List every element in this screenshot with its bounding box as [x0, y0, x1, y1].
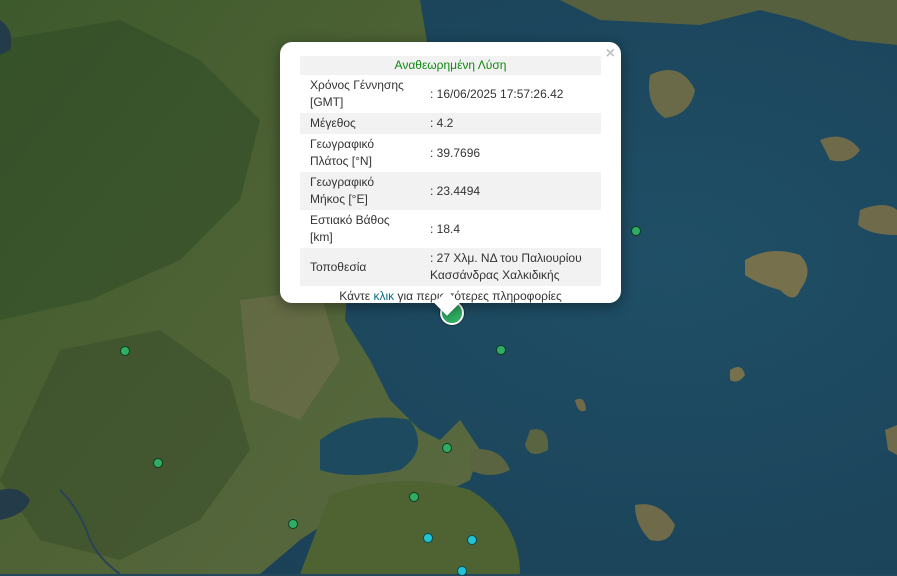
quake-info-table: Χρόνος Γέννησης [GMT] : 16/06/2025 17:57… [300, 75, 601, 286]
row-label: Εστιακό Βάθος [km] [310, 213, 390, 244]
more-info-suffix: για περισσότερες πληροφορίες [394, 289, 562, 303]
row-value: : 16/06/2025 17:57:26.42 [430, 86, 564, 101]
row-value: : 27 Χλμ. ΝΔ του Παλιουρίου Κασσάνδρας Χ… [420, 248, 601, 286]
quake-marker[interactable] [288, 519, 298, 529]
quake-marker[interactable] [153, 458, 163, 468]
row-value: : 39.7696 [430, 145, 481, 160]
quake-marker[interactable] [120, 346, 130, 356]
quake-marker[interactable] [457, 566, 467, 576]
quake-marker[interactable] [409, 492, 419, 502]
quake-marker[interactable] [631, 226, 641, 236]
row-label: Γεωγραφικό Μήκος [°E] [300, 172, 420, 210]
popup-title: Αναθεωρημένη Λύση [300, 56, 601, 75]
row-label: Μέγεθος [300, 113, 420, 134]
row-label: Χρόνος Γέννησης [GMT] [310, 78, 404, 109]
quake-info-popup: × Αναθεωρημένη Λύση Χρόνος Γέννησης [GMT… [280, 42, 621, 316]
row-value: : 23.4494 [420, 172, 601, 210]
row-label: Γεωγραφικό Πλάτος [°N] [310, 137, 375, 168]
table-row: Γεωγραφικό Πλάτος [°N] : 39.7696 [300, 134, 601, 172]
quake-marker[interactable] [423, 533, 433, 543]
quake-marker[interactable] [496, 345, 506, 355]
row-label: Τοποθεσία [300, 248, 420, 286]
table-row: Μέγεθος : 4.2 [300, 113, 601, 134]
table-row: Τοποθεσία : 27 Χλμ. ΝΔ του Παλιουρίου Κα… [300, 248, 601, 286]
table-row: Εστιακό Βάθος [km] : 18.4 [300, 210, 601, 248]
table-row: Γεωγραφικό Μήκος [°E] : 23.4494 [300, 172, 601, 210]
row-value: : 18.4 [430, 221, 461, 236]
more-info-prefix: Κάντε [339, 289, 374, 303]
more-info-link[interactable]: κλικ [373, 289, 394, 303]
quake-marker[interactable] [467, 535, 477, 545]
close-icon[interactable]: × [606, 46, 615, 62]
row-value: : 4.2 [420, 113, 601, 134]
table-row: Χρόνος Γέννησης [GMT] : 16/06/2025 17:57… [300, 75, 601, 113]
quake-marker[interactable] [442, 443, 452, 453]
